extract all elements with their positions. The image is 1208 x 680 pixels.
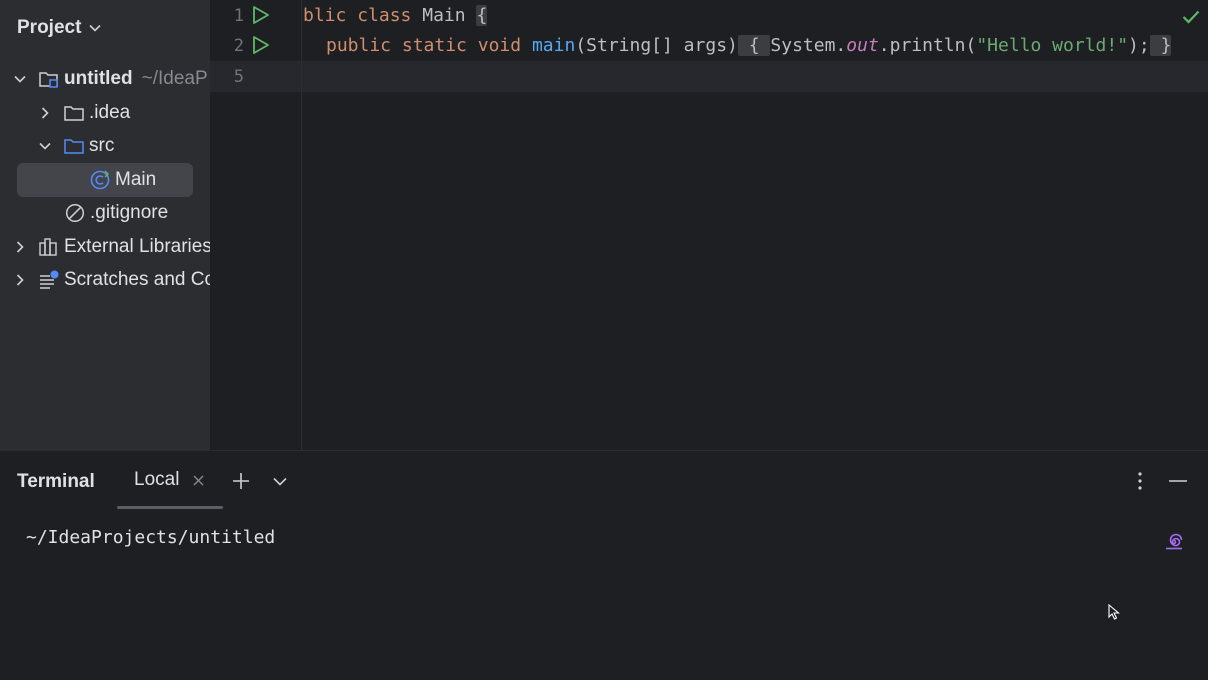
tree-item-label: External Libraries [64,236,210,257]
source-folder-icon [63,135,85,157]
chevron-down-icon[interactable] [13,72,27,86]
check-icon[interactable] [1182,10,1200,29]
run-main-icon[interactable] [250,34,272,56]
code-editor[interactable]: 1 2 5 blic class Main { public static vo… [210,0,1208,450]
tab-label: Local [134,469,180,490]
gutter-separator [301,0,302,450]
class-name: Main [422,5,466,26]
project-panel: Project untitled ~/IdeaP .idea src Main … [0,0,210,450]
project-path-hint: ~/IdeaP [141,68,208,89]
keyword: void [477,35,522,56]
terminal-output[interactable]: ~/IdeaProjects/untitled [0,509,1208,680]
println-call: .println( [878,35,977,56]
system-ref: System. [770,35,847,56]
current-line-highlight [210,61,1208,92]
line-number: 1 [233,6,244,26]
ai-assistant-icon[interactable] [1164,532,1184,557]
tree-item-label: .idea [89,102,131,123]
run-class-icon[interactable] [250,4,272,26]
tree-item-idea[interactable]: .idea [38,96,130,130]
params: (String[] args) [575,35,738,56]
terminal-toolbar: Terminal Local [0,450,1208,509]
folder-icon [63,102,85,124]
tree-item-label: .gitignore [90,202,169,223]
code-line-2: public static void main(String[] args) {… [326,31,1172,61]
code-line-1: blic class Main { [303,1,488,31]
tree-item-external-libraries[interactable]: External Libraries [13,230,210,264]
minimize-icon[interactable] [1166,469,1190,493]
tree-item-src[interactable]: src [38,129,114,163]
tree-item-scratches[interactable]: Scratches and Co [13,263,210,297]
terminal-prompt-path: ~/IdeaProjects/untitled [26,527,276,548]
chevron-right-icon[interactable] [13,273,27,287]
line-number: 5 [233,67,244,87]
ignored-file-icon [64,202,86,224]
chevron-down-icon[interactable] [38,139,52,153]
chevron-right-icon[interactable] [38,106,52,120]
keyword: blic [303,5,347,26]
mouse-pointer-icon [1108,603,1121,625]
line-number: 2 [233,36,244,56]
terminal-title: Terminal [17,471,95,492]
project-view-selector[interactable]: Project [17,17,101,39]
keyword: public [326,35,392,56]
chevron-down-icon[interactable] [268,469,292,493]
java-class-icon [89,169,111,191]
tree-item-gitignore[interactable]: .gitignore [64,196,168,230]
close-icon[interactable] [193,475,204,486]
tree-item-label: src [89,135,115,156]
module-folder-icon [38,68,60,90]
tree-item-main[interactable]: Main [17,163,193,197]
scratches-icon [38,269,60,291]
string-literal: "Hello world!" [976,35,1129,56]
chevron-right-icon[interactable] [13,240,27,254]
call-close: ); [1128,35,1150,56]
more-options-icon[interactable] [1128,469,1152,493]
folded-open-brace[interactable]: { [749,35,760,56]
plus-icon[interactable] [229,469,253,493]
tree-item-label: Main [115,169,157,190]
project-title: Project [17,17,82,38]
method-name: main [531,35,576,56]
libraries-icon [38,236,60,258]
keyword: class [357,5,412,26]
keyword: static [401,35,467,56]
tab-local[interactable]: Local [117,451,223,509]
brace: { [476,5,488,26]
chevron-down-icon [89,24,101,32]
folded-close-brace[interactable]: } [1161,35,1172,56]
tree-item-label: untitled [64,68,133,89]
tree-item-label: Scratches and Co [64,269,210,290]
field-out: out [846,35,879,56]
tree-item-untitled[interactable]: untitled ~/IdeaP [13,62,208,96]
